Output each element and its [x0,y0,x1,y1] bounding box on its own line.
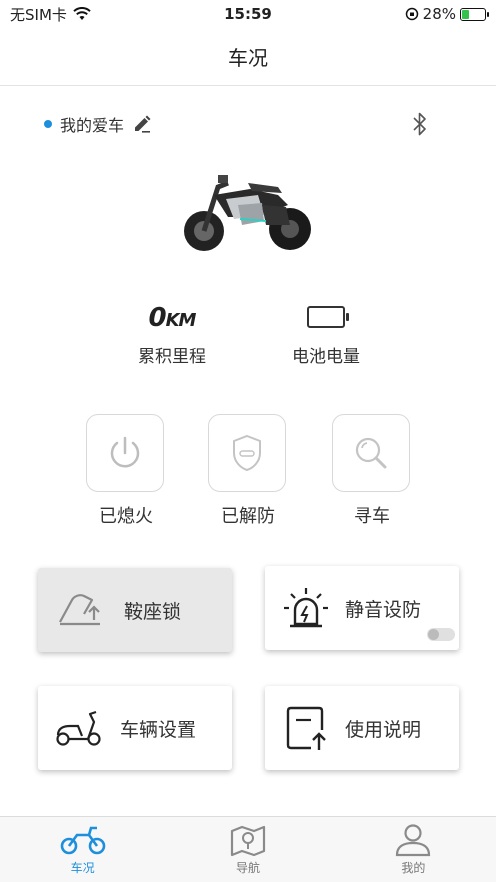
status-left: 无SIM卡 [10,4,91,25]
manual-card[interactable]: 使用说明 [265,686,459,770]
user-icon [396,824,431,857]
search-icon [355,437,387,469]
vehicle-settings-card[interactable]: 车辆设置 [38,686,232,770]
seat-lock-card[interactable]: 鞍座锁 [38,568,232,652]
defense-control[interactable]: 已解防 [208,414,288,528]
battery-level-icon [307,306,349,328]
silent-defense-card[interactable]: 静音设防 [265,566,459,650]
battery-fill [462,9,469,19]
page-title: 车况 [228,46,268,70]
defense-label: 已解防 [221,506,275,527]
wifi-icon [73,7,91,20]
find-car-label: 寻车 [354,506,390,527]
manual-icon [286,706,326,750]
nav-header: 车况 [0,28,496,86]
ignition-label: 已熄火 [99,506,153,527]
ignition-control[interactable]: 已熄火 [86,414,166,528]
find-car-control[interactable]: 寻车 [332,414,412,528]
alarm-light-icon [284,588,328,628]
mileage-value-row: 0KM [92,300,252,336]
edit-icon[interactable] [132,114,152,134]
battery-percent: 28% [422,5,456,23]
power-icon [110,436,140,468]
vehicle-settings-label: 车辆设置 [120,718,197,741]
find-car-button[interactable] [332,414,410,492]
scooter-icon [56,710,101,746]
ignition-button[interactable] [86,414,164,492]
motorcycle-image [184,175,311,251]
defense-button[interactable] [208,414,286,492]
battery-stat: 电池电量 [246,300,406,367]
silent-defense-label: 静音设防 [345,598,422,621]
mileage-unit: KM [165,310,197,331]
mileage-stat: 0KM 累积里程 [92,300,252,367]
map-icon [230,825,266,857]
seat-lock-icon [59,594,100,626]
bluetooth-icon[interactable] [410,111,430,137]
vehicle-name: 我的爱车 [60,116,125,135]
seat-lock-label: 鞍座锁 [124,600,182,623]
vehicle-name-group[interactable]: 我的爱车 [44,112,152,136]
tab-profile-label: 我的 [401,861,426,875]
battery-icon [460,7,489,21]
tab-profile[interactable]: 我的 [331,817,496,882]
silent-defense-label-wrap: 静音设防 [345,566,455,650]
silent-defense-toggle[interactable] [427,628,455,641]
online-dot [44,120,52,128]
tab-vehicle[interactable]: 车况 [0,817,165,882]
status-right: 28% [405,5,489,23]
mileage-label: 累积里程 [138,347,206,367]
tab-navigation[interactable]: 导航 [165,817,330,882]
vehicle-row: 我的爱车 [44,110,430,138]
tab-vehicle-label: 车况 [70,861,95,875]
battery-icon-wrap [246,300,406,336]
carrier-text: 无SIM卡 [10,5,67,24]
motorcycle-icon [60,826,105,855]
shield-icon [233,434,261,472]
mileage-value: 0 [148,303,167,333]
manual-label: 使用说明 [345,718,422,741]
tab-navigation-label: 导航 [235,861,260,875]
orientation-lock-icon [405,7,418,21]
status-bar: 无SIM卡 15:59 28% [0,0,496,28]
tab-bar: 车况 导航 我的 [0,816,496,882]
battery-label: 电池电量 [292,347,360,367]
toggle-knob [428,629,439,640]
